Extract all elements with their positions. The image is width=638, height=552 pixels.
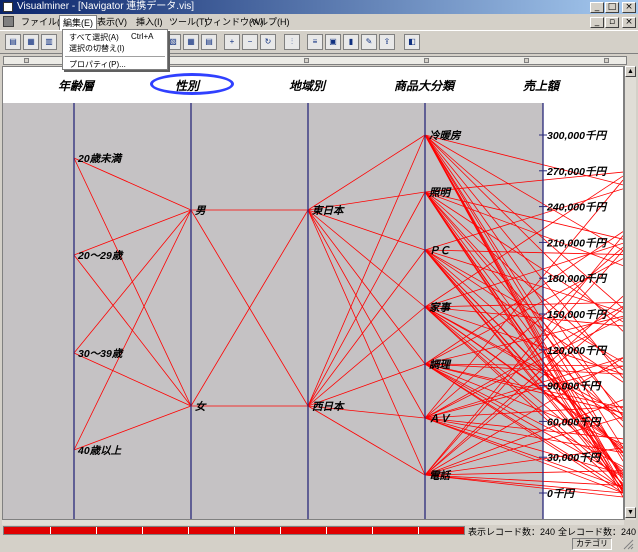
- highlight-ellipse: [150, 73, 234, 95]
- sales-label: 30,000千円: [547, 452, 602, 464]
- sales-label: 150,000千円: [547, 309, 607, 321]
- menu-select-all[interactable]: すべて選択(A): [69, 32, 119, 43]
- zoom-in-icon[interactable]: +: [224, 34, 240, 50]
- gender-label: 男: [195, 205, 207, 217]
- region-label: 東日本: [312, 204, 345, 217]
- ruler-handle[interactable]: [604, 58, 609, 63]
- print-icon[interactable]: ▤: [5, 34, 21, 50]
- displayed-record-count: 表示レコード数：240: [468, 527, 556, 537]
- ruler-handle[interactable]: [524, 58, 529, 63]
- menu-shortcut: Ctrl+A: [131, 32, 154, 41]
- vertical-scrollbar[interactable]: ▲ ▼: [624, 66, 636, 520]
- pen-icon[interactable]: ✎: [361, 34, 377, 50]
- window-title: Visualminer - [Navigator 連携データ.vis]: [17, 1, 195, 12]
- axis-title-region[interactable]: 地域別: [289, 77, 325, 94]
- category-label: ＰＣ: [429, 245, 450, 257]
- title-bar: Visualminer - [Navigator 連携データ.vis] _ □ …: [0, 0, 638, 14]
- gender-label: 女: [195, 400, 207, 413]
- rotate-icon[interactable]: ↻: [260, 34, 276, 50]
- sales-label: 0千円: [547, 488, 575, 500]
- export-icon[interactable]: ⇪: [379, 34, 395, 50]
- parallel-coordinates-canvas[interactable]: 20歳未満 20～29歳 30～39歳 40歳以上 男女 東日本西日本 冷暖房照明 ＰＣ 家事調…: [2, 66, 624, 520]
- status-bar: 表示レコード数：240 全レコード数：240 カテゴリ: [0, 525, 638, 552]
- table-icon[interactable]: ▤: [201, 34, 217, 50]
- sales-label: 240,000千円: [546, 202, 607, 214]
- menu-view[interactable]: 表示(V): [94, 14, 130, 30]
- close-button[interactable]: ×: [622, 2, 636, 13]
- photo-icon[interactable]: ◧: [404, 34, 420, 50]
- region-label: 西日本: [312, 400, 345, 413]
- category-label: ＡＶ: [429, 413, 450, 425]
- scroll-down-icon[interactable]: ▼: [625, 507, 636, 518]
- minimize-button[interactable]: _: [590, 2, 604, 13]
- age-label: 30～39歳: [78, 347, 124, 360]
- app-icon: [3, 2, 13, 12]
- menu-toggle-selection[interactable]: 選択の切替え(I): [69, 43, 125, 54]
- axis-title-sales[interactable]: 売上額: [523, 77, 559, 94]
- axis-title-category[interactable]: 商品大分類: [394, 77, 454, 94]
- sales-label: 270,000千円: [546, 166, 607, 178]
- axis-title-age[interactable]: 年齢層: [58, 77, 94, 94]
- ruler-handle[interactable]: [24, 58, 29, 63]
- open-icon[interactable]: ▦: [23, 34, 39, 50]
- sales-label: 90,000千円: [547, 381, 602, 393]
- age-label: 40歳以上: [77, 444, 122, 457]
- sales-label: 60,000千円: [547, 416, 602, 428]
- menu-help[interactable]: ヘルプ(H): [247, 14, 293, 30]
- total-record-count: 全レコード数：240: [558, 527, 637, 537]
- image-icon[interactable]: ▣: [325, 34, 341, 50]
- grid-icon[interactable]: ▦: [183, 34, 199, 50]
- ruler-handle[interactable]: [424, 58, 429, 63]
- mode-indicator: カテゴリ: [572, 538, 612, 550]
- category-label: 調理: [429, 358, 452, 371]
- menu-separator: [65, 56, 165, 57]
- category-label: 冷暖房: [429, 129, 462, 142]
- resize-grip-icon[interactable]: [622, 538, 634, 550]
- ruler-handle[interactable]: [304, 58, 309, 63]
- mdi-restore-button[interactable]: ▫: [605, 17, 619, 28]
- menu-bar: ファイル(F) 編集(E) 表示(V) 挿入(I) ツール(T) ウィンドウ(W…: [0, 14, 638, 31]
- age-label: 20～29歳: [77, 249, 124, 262]
- selection-progress-bar: [3, 526, 465, 535]
- menu-insert[interactable]: 挿入(I): [133, 14, 166, 30]
- sales-label: 300,000千円: [547, 130, 607, 142]
- zoom-out-icon[interactable]: −: [242, 34, 258, 50]
- document-icon[interactable]: [3, 16, 14, 27]
- save-icon[interactable]: ▥: [41, 34, 57, 50]
- maximize-button[interactable]: □: [605, 2, 619, 13]
- age-label: 20歳未満: [77, 152, 123, 165]
- category-label: 照明: [428, 187, 452, 199]
- sales-label: 180,000千円: [547, 273, 607, 285]
- category-label: 家事: [429, 301, 452, 314]
- filter-icon[interactable]: ⫶: [284, 34, 300, 50]
- sort-icon[interactable]: ≡: [307, 34, 323, 50]
- parallel-coordinates-plot[interactable]: 20歳未満 20～29歳 30～39歳 40歳以上 男女 東日本西日本 冷暖房照明 ＰＣ 家事調…: [3, 67, 623, 519]
- category-label: 電話: [429, 469, 451, 482]
- mdi-close-button[interactable]: ×: [622, 17, 636, 28]
- sales-label: 210,000千円: [546, 237, 607, 249]
- sales-label: 120,000千円: [547, 345, 607, 357]
- scroll-up-icon[interactable]: ▲: [625, 66, 636, 77]
- edit-menu-dropdown: すべて選択(A) Ctrl+A 選択の切替え(I) プロパティ(P)...: [62, 29, 168, 70]
- mdi-minimize-button[interactable]: _: [590, 17, 604, 28]
- bar-icon[interactable]: ▮: [343, 34, 359, 50]
- menu-properties[interactable]: プロパティ(P)...: [69, 59, 126, 70]
